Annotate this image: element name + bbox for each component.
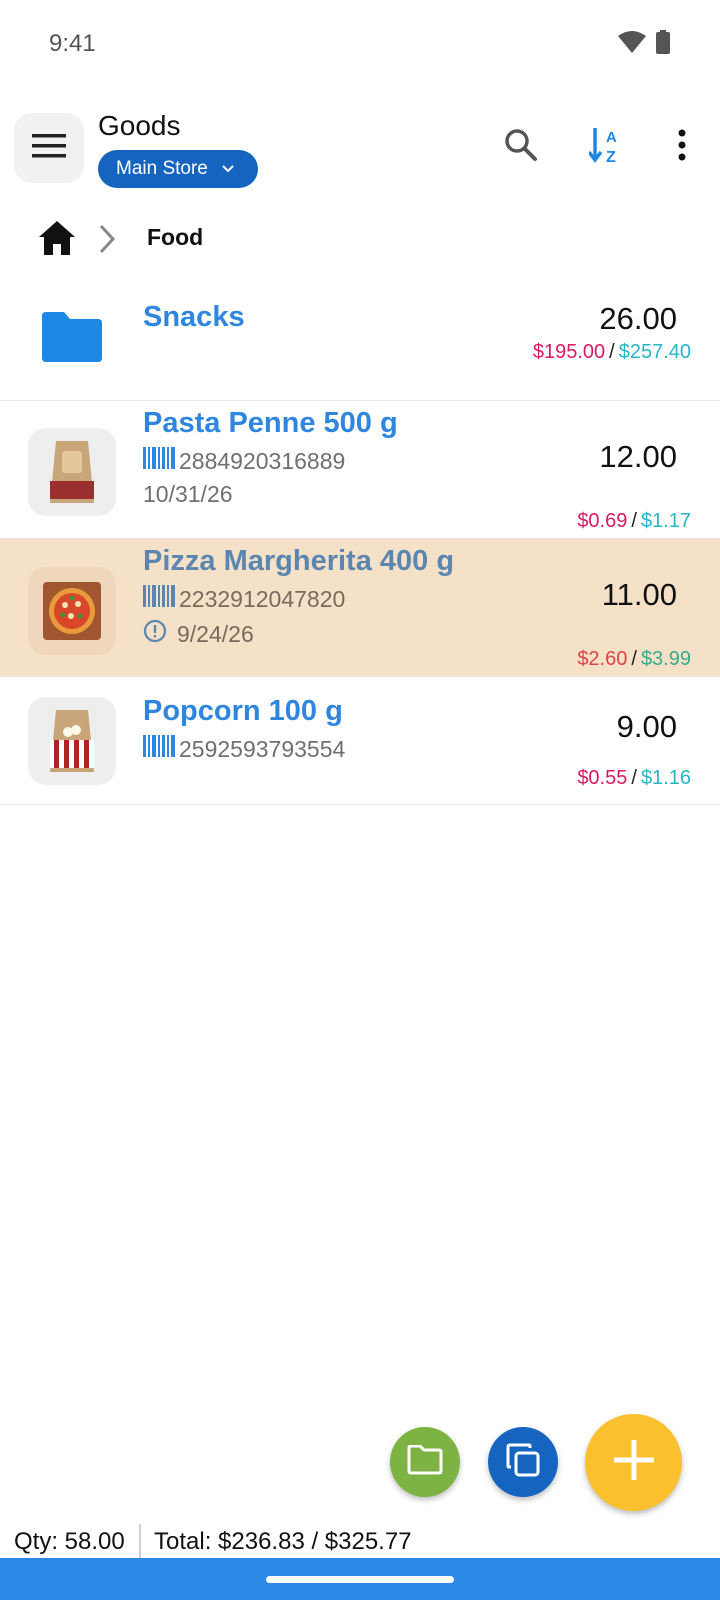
price-separator: / — [631, 648, 637, 670]
footer-divider — [139, 1524, 141, 1558]
list-item-pasta-penne[interactable]: Pasta Penne 500 g 2884920316889 10/31/26… — [0, 401, 720, 539]
item-expiry-date: 10/31/26 — [143, 481, 233, 507]
add-folder-button[interactable] — [390, 1427, 460, 1497]
more-options-button[interactable] — [657, 122, 707, 172]
barcode-value: 2592593793554 — [179, 735, 346, 762]
list-item-pizza-margherita[interactable]: Pizza Margherita 400 g 2232912047820 9/2… — [0, 539, 720, 677]
item-quantity: 11.00 — [601, 577, 677, 612]
price-separator: / — [631, 510, 637, 532]
gesture-handle[interactable] — [266, 1576, 454, 1583]
folder-icon — [407, 1444, 443, 1480]
store-selector-label: Main Store — [116, 158, 208, 179]
barcode-icon — [143, 735, 177, 763]
barcode-icon — [143, 585, 177, 613]
copy-icon — [505, 1442, 541, 1483]
price-separator: / — [609, 341, 615, 363]
item-thumbnail — [28, 567, 116, 655]
system-nav-bar — [0, 1558, 720, 1600]
item-prices: $2.60/$3.99 — [577, 648, 691, 671]
item-cost: $0.69 — [577, 510, 628, 532]
item-cost: $2.60 — [577, 648, 628, 670]
item-barcode: 2884920316889 — [143, 447, 345, 475]
chevron-down-icon — [222, 163, 234, 175]
folder-icon — [42, 312, 102, 367]
hamburger-icon — [32, 133, 66, 164]
item-price: $1.16 — [640, 767, 691, 789]
barcode-icon — [143, 447, 177, 475]
item-quantity: 26.00 — [599, 301, 677, 336]
copy-button[interactable] — [488, 1427, 558, 1497]
more-vert-icon — [677, 129, 687, 166]
list-item-folder-snacks[interactable]: Snacks 26.00 $195.00/$257.40 — [0, 285, 720, 401]
item-prices: $0.69/$1.17 — [577, 510, 691, 533]
svg-text:A: A — [606, 129, 617, 146]
battery-icon — [656, 30, 670, 59]
item-quantity: 12.00 — [599, 439, 677, 474]
page-title: Goods — [98, 110, 181, 141]
summary-footer: Qty: 58.00 Total: $236.83 / $325.77 — [0, 1524, 720, 1560]
total-quantity: Qty: 58.00 — [14, 1528, 125, 1555]
barcode-value: 2232912047820 — [179, 585, 346, 612]
store-selector[interactable]: Main Store — [98, 150, 258, 188]
item-name: Popcorn 100 g — [143, 695, 343, 727]
price-separator: / — [631, 767, 637, 789]
item-name: Pasta Penne 500 g — [143, 407, 398, 439]
barcode-value: 2884920316889 — [179, 447, 346, 474]
item-price: $257.40 — [618, 341, 691, 363]
pizza-box-image — [43, 582, 101, 640]
popcorn-bag-image — [50, 710, 94, 772]
item-cost: $195.00 — [532, 341, 606, 363]
item-name: Snacks — [143, 301, 245, 333]
status-time: 9:41 — [49, 30, 96, 57]
breadcrumb: Food — [0, 210, 720, 270]
menu-button[interactable] — [14, 113, 84, 183]
item-quantity: 9.00 — [616, 709, 677, 744]
item-barcode: 2232912047820 — [143, 585, 345, 613]
total-amount: Total: $236.83 / $325.77 — [154, 1528, 412, 1555]
item-name: Pizza Margherita 400 g — [143, 545, 455, 577]
item-price: $1.17 — [640, 510, 691, 532]
item-thumbnail — [28, 428, 116, 516]
add-icon — [612, 1438, 656, 1487]
app-bar: Goods Main Store A Z — [0, 100, 720, 200]
expiry-date-value: 9/24/26 — [177, 620, 254, 647]
search-button[interactable] — [496, 122, 546, 172]
breadcrumb-current[interactable]: Food — [147, 224, 203, 251]
sort-az-icon: A Z — [587, 126, 625, 169]
item-price: $3.99 — [640, 648, 691, 670]
list-item-popcorn[interactable]: Popcorn 100 g 2592593793554 9.00 $0.55/$… — [0, 677, 720, 805]
item-barcode: 2592593793554 — [143, 735, 345, 763]
item-prices: $195.00/$257.40 — [533, 341, 691, 364]
home-icon[interactable] — [38, 220, 76, 261]
item-thumbnail — [28, 697, 116, 785]
status-bar: 9:41 — [0, 0, 720, 88]
search-icon — [504, 128, 538, 167]
pasta-bag-image — [50, 441, 94, 503]
warning-circle-icon — [143, 619, 167, 649]
goods-list: Snacks 26.00 $195.00/$257.40 Pasta Penne… — [0, 285, 720, 805]
chevron-right-icon — [97, 224, 117, 259]
add-item-button[interactable] — [585, 1414, 682, 1511]
item-prices: $0.55/$1.16 — [577, 767, 691, 790]
wifi-icon — [618, 31, 646, 58]
status-icons — [618, 30, 670, 59]
svg-text:Z: Z — [606, 149, 616, 164]
item-cost: $0.55 — [577, 767, 628, 789]
item-expiry-date: 9/24/26 — [143, 619, 254, 649]
sort-button[interactable]: A Z — [582, 122, 632, 172]
